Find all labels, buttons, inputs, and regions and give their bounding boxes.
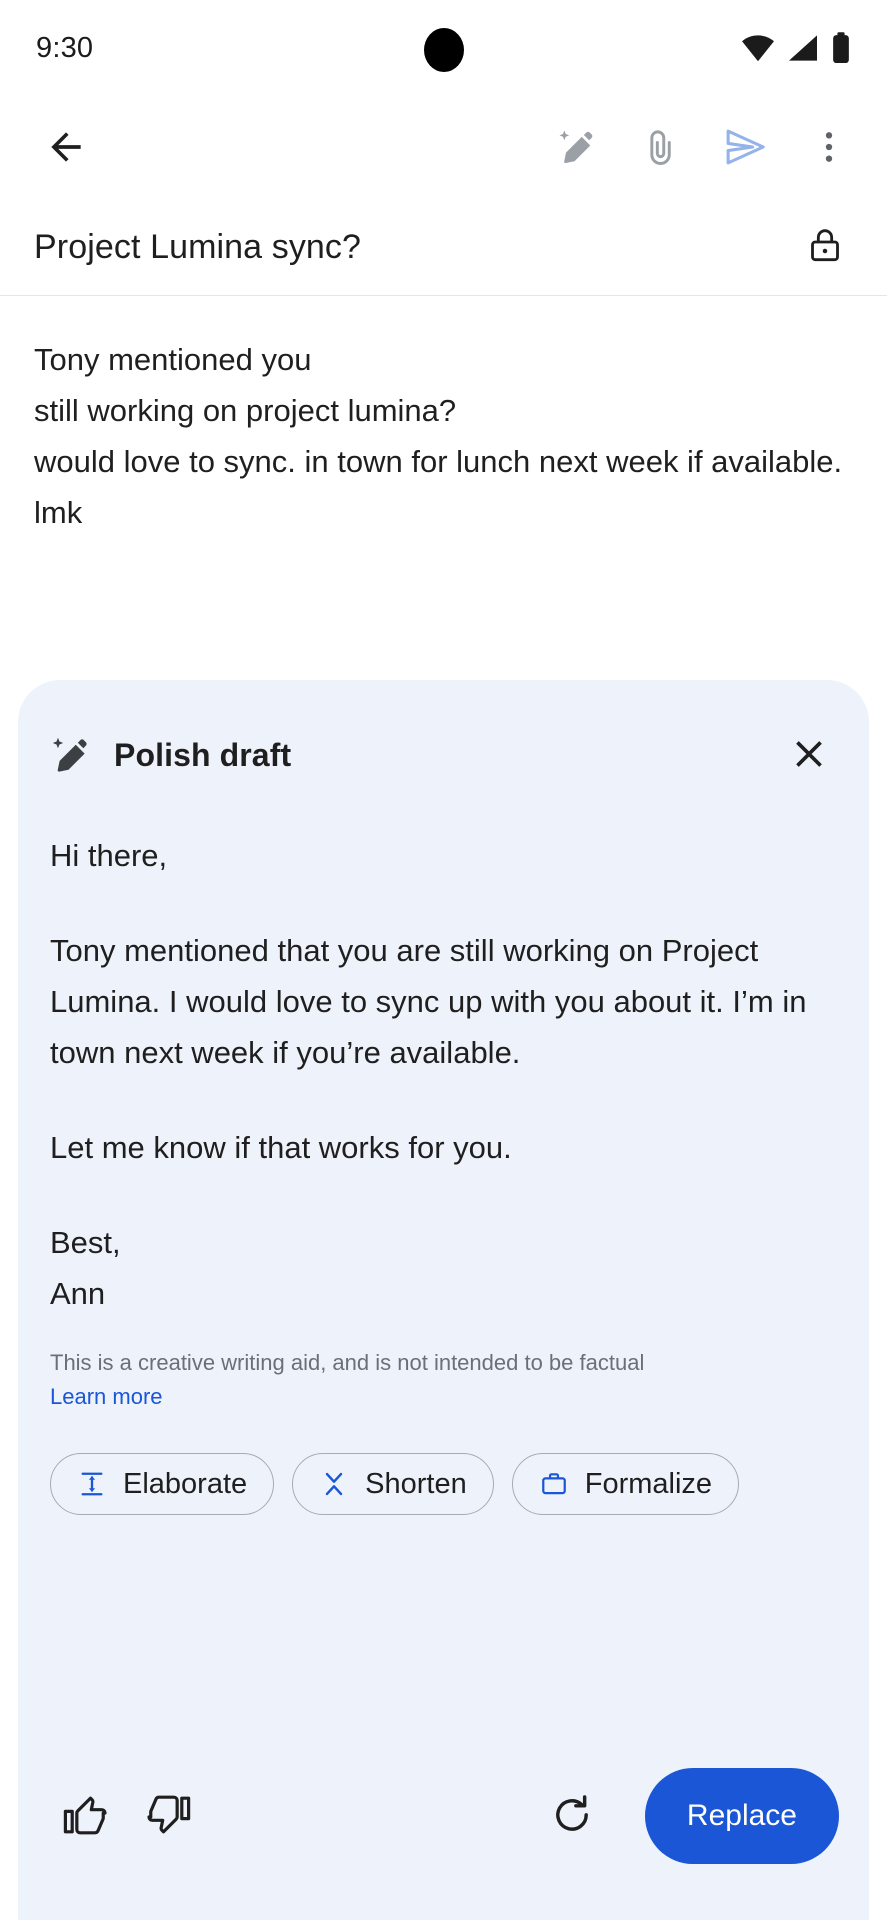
polish-draft-card: Polish draft Hi there, Tony mentioned th… xyxy=(18,680,869,1920)
disclaimer-text: This is a creative writing aid, and is n… xyxy=(50,1350,645,1375)
draft-spacer-1 xyxy=(50,881,837,925)
draft-paragraph: Tony mentioned that you are still workin… xyxy=(50,933,807,1070)
briefcase-icon xyxy=(539,1469,569,1499)
thumb-up-button[interactable] xyxy=(48,1779,122,1853)
draft-closing-line: Let me know if that works for you. xyxy=(50,1130,512,1165)
collapse-vertical-icon xyxy=(319,1469,349,1499)
more-options-icon xyxy=(809,127,849,170)
magic-pencil-icon xyxy=(48,732,94,778)
attach-button[interactable] xyxy=(625,112,697,184)
cellular-signal-icon xyxy=(787,34,819,62)
draft-greeting: Hi there, xyxy=(50,838,168,873)
status-bar: 9:30 xyxy=(0,0,887,96)
thumb-down-icon xyxy=(145,1791,193,1842)
draft-spacer-2 xyxy=(50,1078,837,1122)
polish-draft-text: Hi there, Tony mentioned that you are st… xyxy=(18,790,869,1319)
polish-card-header: Polish draft xyxy=(18,680,869,790)
replace-button[interactable]: Replace xyxy=(644,1768,839,1864)
close-icon xyxy=(787,732,831,779)
chip-elaborate[interactable]: Elaborate xyxy=(50,1453,275,1515)
encryption-lock-button[interactable] xyxy=(797,220,853,276)
wifi-icon xyxy=(741,34,775,62)
status-icons xyxy=(741,32,851,64)
body-line-1: Tony mentioned you xyxy=(34,342,312,377)
draft-spacer-3 xyxy=(50,1173,837,1217)
body-line-2: still working on project lumina? xyxy=(34,393,457,428)
polish-card-title: Polish draft xyxy=(114,736,292,773)
chip-formalize[interactable]: Formalize xyxy=(511,1453,740,1515)
disclaimer: This is a creative writing aid, and is n… xyxy=(18,1319,869,1413)
status-clock: 9:30 xyxy=(36,31,94,64)
chip-shorten[interactable]: Shorten xyxy=(292,1453,494,1515)
more-options-button[interactable] xyxy=(793,112,865,184)
polish-draft-button[interactable] xyxy=(541,112,613,184)
refresh-icon xyxy=(549,1792,595,1841)
chip-elaborate-label: Elaborate xyxy=(123,1467,248,1500)
refresh-button[interactable] xyxy=(535,1779,609,1853)
polish-draft-icon xyxy=(555,125,599,172)
expand-vertical-icon xyxy=(77,1469,107,1499)
attach-icon xyxy=(639,125,683,172)
chip-shorten-label: Shorten xyxy=(365,1467,467,1500)
thumb-up-icon xyxy=(61,1791,109,1842)
back-button[interactable] xyxy=(30,112,102,184)
draft-signature: Ann xyxy=(50,1276,106,1311)
subject-row[interactable]: Project Lumina sync? xyxy=(0,200,887,296)
body-line-3: would love to sync. in town for lunch ne… xyxy=(34,444,843,530)
top-app-bar xyxy=(0,96,887,200)
draft-sign-off: Best, xyxy=(50,1225,121,1260)
battery-icon xyxy=(831,32,851,64)
subject-input[interactable]: Project Lumina sync? xyxy=(34,228,361,267)
camera-punch-hole xyxy=(423,28,464,72)
refine-chips: Elaborate Shorten Formalize xyxy=(18,1413,869,1515)
send-icon xyxy=(722,124,768,173)
back-arrow-icon xyxy=(44,125,88,172)
close-button[interactable] xyxy=(779,725,839,785)
polish-card-actions: Replace xyxy=(18,1768,869,1920)
app-bar-actions xyxy=(541,112,865,184)
learn-more-link[interactable]: Learn more xyxy=(50,1381,163,1413)
send-button[interactable] xyxy=(709,112,781,184)
lock-icon xyxy=(805,225,845,270)
thumb-down-button[interactable] xyxy=(132,1779,206,1853)
chip-formalize-label: Formalize xyxy=(584,1467,713,1500)
phone-screen: 9:30 Project Lumina sync? Tony mentioned… xyxy=(0,0,887,1920)
